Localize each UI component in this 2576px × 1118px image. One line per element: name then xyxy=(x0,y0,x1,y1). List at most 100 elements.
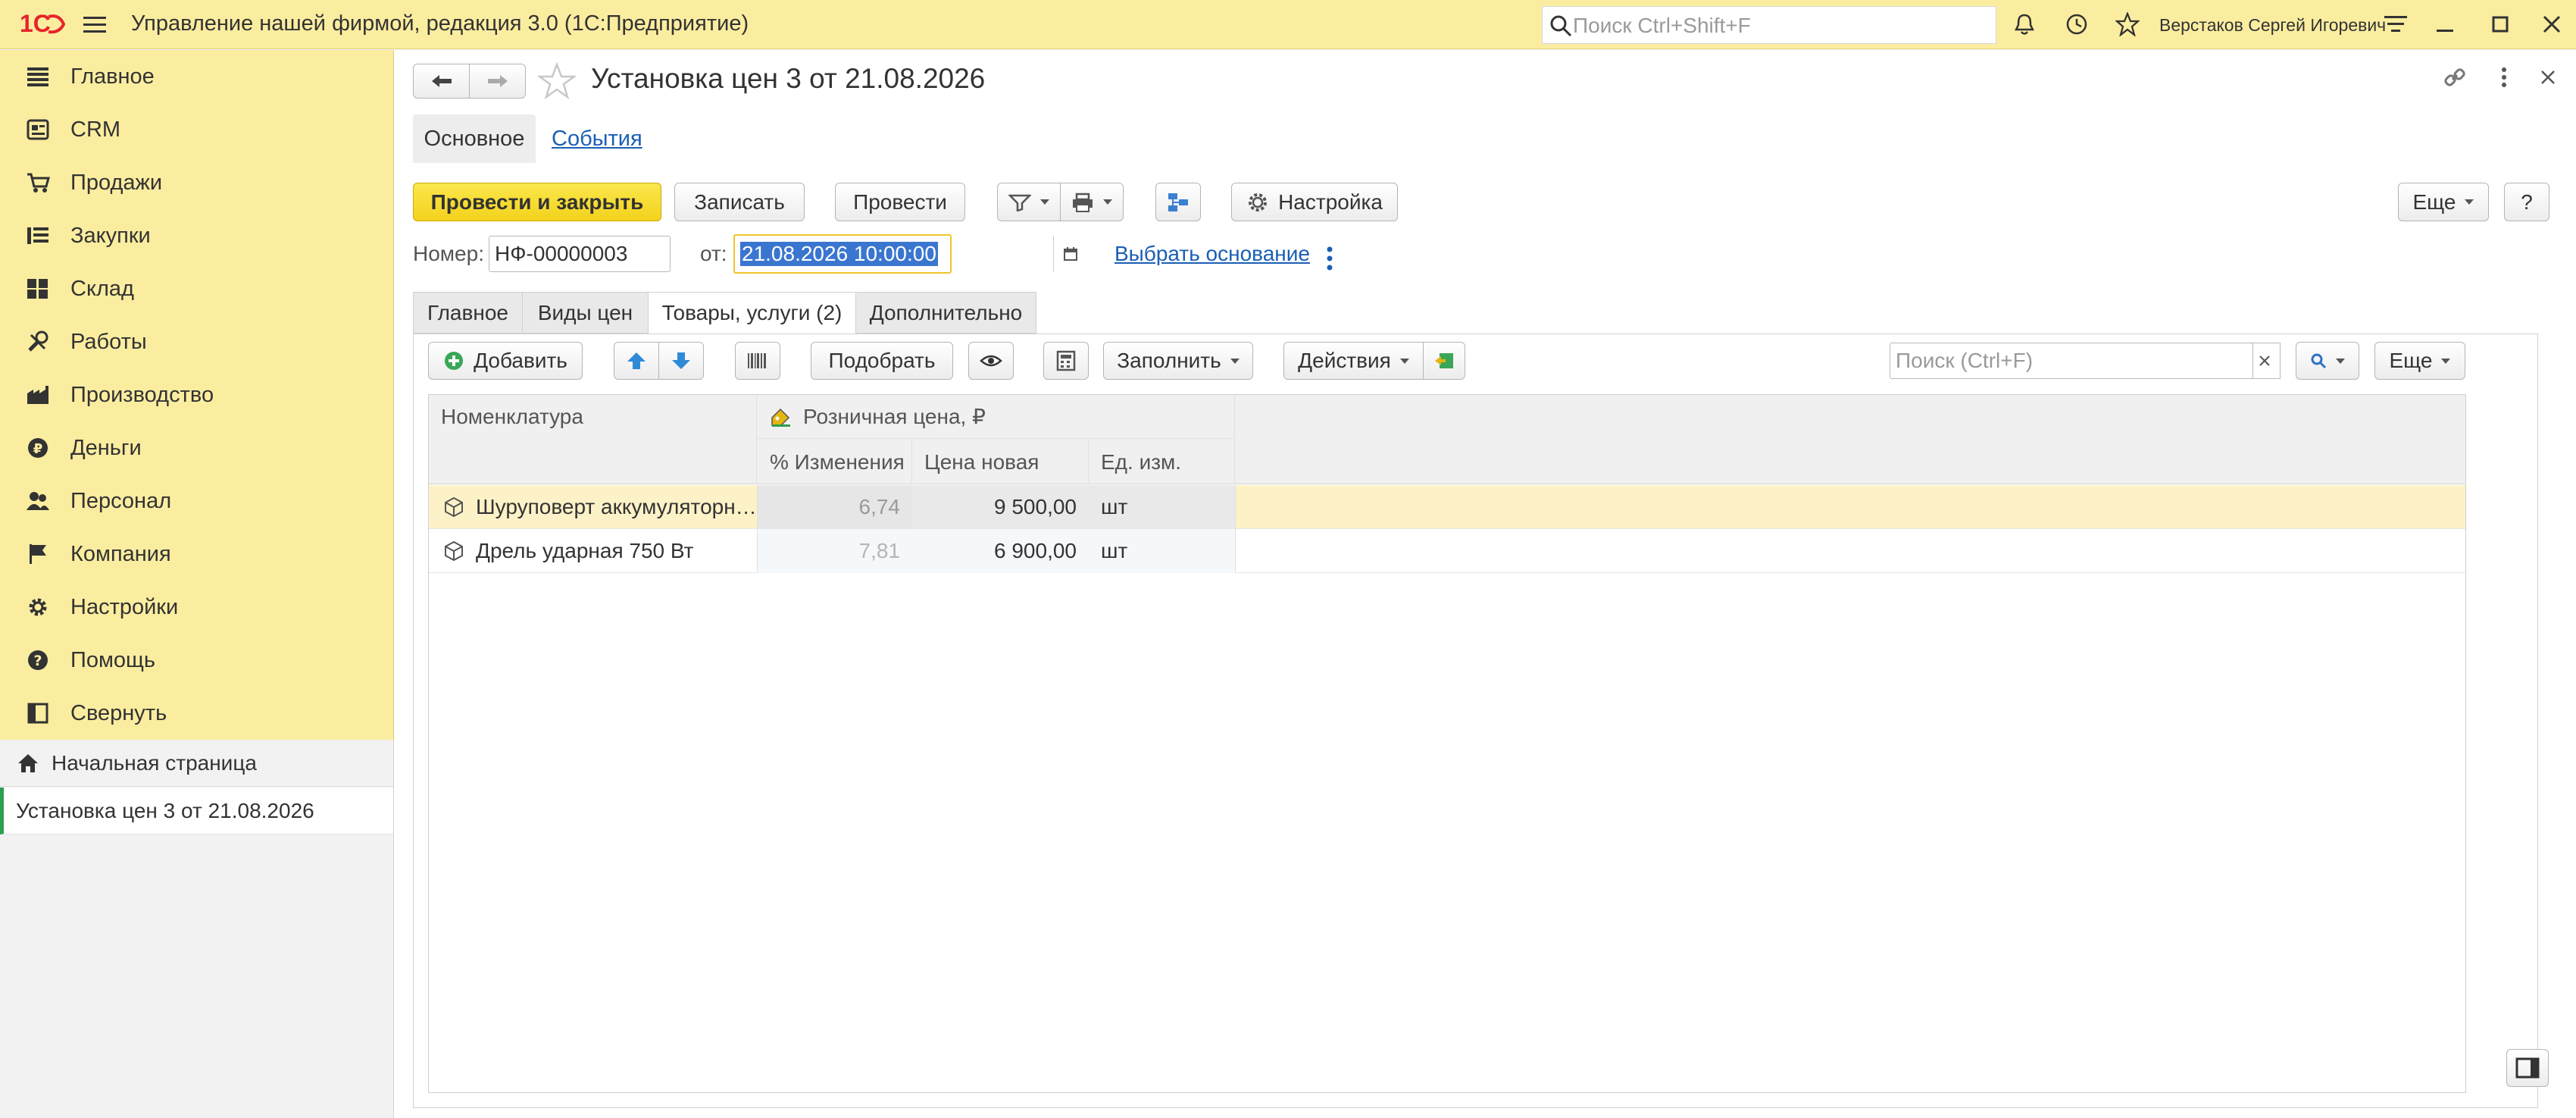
link-icon[interactable] xyxy=(2440,62,2470,92)
header-retail-price-label: Розничная цена, ₽ xyxy=(803,405,986,428)
svg-text:₽: ₽ xyxy=(33,441,43,457)
header-new-price[interactable]: Цена новая xyxy=(912,440,1089,484)
menu-icon xyxy=(23,61,53,92)
fill-dropdown-button[interactable]: Заполнить xyxy=(1103,342,1253,380)
header-unit[interactable]: Ед. изм. xyxy=(1089,440,1235,484)
tab-goods-services[interactable]: Товары, услуги (2) xyxy=(648,292,856,334)
header-change-percent[interactable]: % Изменения xyxy=(758,440,912,484)
home-page-item[interactable]: Начальная страница xyxy=(0,740,393,787)
sidebar-item-works[interactable]: Работы xyxy=(0,315,394,368)
print-dropdown-button[interactable] xyxy=(1060,183,1124,221)
cell-unit[interactable]: шт xyxy=(1089,529,1235,573)
add-icon xyxy=(445,352,464,370)
pick-button[interactable]: Подобрать xyxy=(811,342,953,380)
header-nomenclature[interactable]: Номенклатура xyxy=(429,395,757,439)
barcode-button[interactable] xyxy=(735,342,780,380)
minimize-icon[interactable] xyxy=(2431,9,2461,39)
date-field[interactable]: 21.08.2026 10:00:00 xyxy=(733,234,952,274)
sidebar-item-label: Продажи xyxy=(70,170,163,195)
sidebar-item-settings[interactable]: Настройки xyxy=(0,581,394,634)
sidebar-item-purchases[interactable]: Закупки xyxy=(0,209,394,262)
actions-dropdown-button[interactable]: Действия xyxy=(1283,342,1424,380)
sidebar-item-warehouse[interactable]: Склад xyxy=(0,262,394,315)
calendar-button[interactable] xyxy=(1053,236,1087,272)
sidebar-item-label: Компания xyxy=(70,541,171,566)
warehouse-icon xyxy=(23,274,53,304)
user-name[interactable]: Верстаков Сергей Игоревич xyxy=(2159,15,2386,36)
sidebar-item-main[interactable]: Главное xyxy=(0,50,394,103)
sidebar-item-production[interactable]: Производство xyxy=(0,368,394,421)
column-divider xyxy=(757,485,758,573)
close-form-icon[interactable] xyxy=(2533,62,2563,92)
tab-price-types-label: Виды цен xyxy=(537,300,633,324)
table-row[interactable]: Дрель ударная 750 Вт 7,81 6 900,00 шт xyxy=(429,529,2465,573)
sidebar-item-sales[interactable]: Продажи xyxy=(0,156,394,209)
help-button[interactable]: ? xyxy=(2504,183,2549,221)
cell-unit[interactable]: шт xyxy=(1089,485,1235,529)
cell-nomenclature[interactable]: Дрель ударная 750 Вт xyxy=(429,529,757,573)
move-up-button[interactable] xyxy=(614,342,659,380)
post-and-close-button[interactable]: Провести и закрыть xyxy=(413,183,661,221)
table-search-input[interactable]: Поиск (Ctrl+F) xyxy=(1890,343,2253,379)
user-menu-icon[interactable] xyxy=(2381,9,2411,39)
filter-dropdown-button[interactable] xyxy=(997,183,1061,221)
sidebar-item-money[interactable]: ₽ Деньги xyxy=(0,421,394,474)
sidebar-item-help[interactable]: ? Помощь xyxy=(0,634,394,687)
settings-button[interactable]: Настройка xyxy=(1231,183,1398,221)
post-button[interactable]: Провести xyxy=(835,183,965,221)
global-search-input[interactable]: Поиск Ctrl+Shift+F xyxy=(1542,6,1996,44)
open-document-item[interactable]: Установка цен 3 от 21.08.2026 xyxy=(0,788,393,835)
maximize-icon[interactable] xyxy=(2485,9,2515,39)
sidebar-item-label: Помощь xyxy=(70,647,156,672)
tab-main-section[interactable]: Основное xyxy=(413,114,536,163)
header-unit-label: Ед. изм. xyxy=(1101,449,1182,474)
sidebar-item-collapse[interactable]: Свернуть xyxy=(0,687,394,740)
tab-price-types[interactable]: Виды цен xyxy=(522,292,649,334)
calculate-button[interactable] xyxy=(1043,342,1089,380)
preview-button[interactable] xyxy=(968,342,1014,380)
cell-change-percent[interactable]: 7,81 xyxy=(758,529,912,573)
clear-search-icon[interactable] xyxy=(2249,343,2281,379)
favorites-star-icon[interactable] xyxy=(2112,9,2143,39)
sidebar-item-label: Склад xyxy=(70,276,134,301)
back-button[interactable] xyxy=(413,64,470,99)
events-link[interactable]: События xyxy=(552,127,642,152)
load-from-file-button[interactable] xyxy=(1423,342,1465,380)
table-more-button[interactable]: Еще xyxy=(2374,342,2465,380)
settings-button-label: Настройка xyxy=(1278,189,1383,214)
sidebar-item-label: Настройки xyxy=(70,594,179,619)
tab-additional[interactable]: Дополнительно xyxy=(855,292,1036,334)
close-window-icon[interactable] xyxy=(2537,9,2567,39)
cell-nomenclature[interactable]: Шуруповерт аккумуляторный xyxy=(429,485,757,529)
forward-button[interactable] xyxy=(469,64,526,99)
sidebar-item-company[interactable]: Компания xyxy=(0,528,394,581)
add-row-button[interactable]: Добавить xyxy=(428,342,583,380)
tab-general[interactable]: Главное xyxy=(413,292,523,334)
panel-toggle-button[interactable] xyxy=(2506,1049,2549,1087)
sidebar-item-personnel[interactable]: Персонал xyxy=(0,474,394,528)
cell-change-percent[interactable]: 6,74 xyxy=(758,485,912,529)
cell-new-price[interactable]: 9 500,00 xyxy=(912,485,1089,529)
main-menu-icon[interactable] xyxy=(80,11,110,38)
basis-more-icon[interactable] xyxy=(1326,246,1333,271)
app-logo[interactable]: 1C xyxy=(20,8,67,39)
move-down-button[interactable] xyxy=(658,342,704,380)
history-icon[interactable] xyxy=(2062,9,2092,39)
sidebar-item-crm[interactable]: CRM xyxy=(0,103,394,156)
home-icon xyxy=(17,753,39,774)
bell-icon[interactable] xyxy=(2009,9,2040,39)
cell-new-price[interactable]: 6 900,00 xyxy=(912,529,1089,573)
save-button[interactable]: Записать xyxy=(674,183,805,221)
search-options-button[interactable] xyxy=(2296,342,2359,380)
number-field-value: НФ-00000003 xyxy=(495,242,628,265)
choose-basis-link[interactable]: Выбрать основание xyxy=(1114,242,1310,266)
favorite-star-icon[interactable] xyxy=(538,62,576,100)
goods-table: Номенклатура Розничная цена, ₽ % Изменен… xyxy=(428,394,2466,1093)
table-row[interactable]: Шуруповерт аккумуляторный 6,74 9 500,00 … xyxy=(429,485,2465,529)
more-button[interactable]: Еще xyxy=(2398,183,2489,221)
date-field-value: 21.08.2026 10:00:00 xyxy=(740,242,938,266)
structure-button[interactable] xyxy=(1155,183,1201,221)
number-field[interactable]: НФ-00000003 xyxy=(489,236,671,272)
more-vertical-icon[interactable] xyxy=(2493,62,2515,92)
eye-icon xyxy=(980,355,1002,367)
